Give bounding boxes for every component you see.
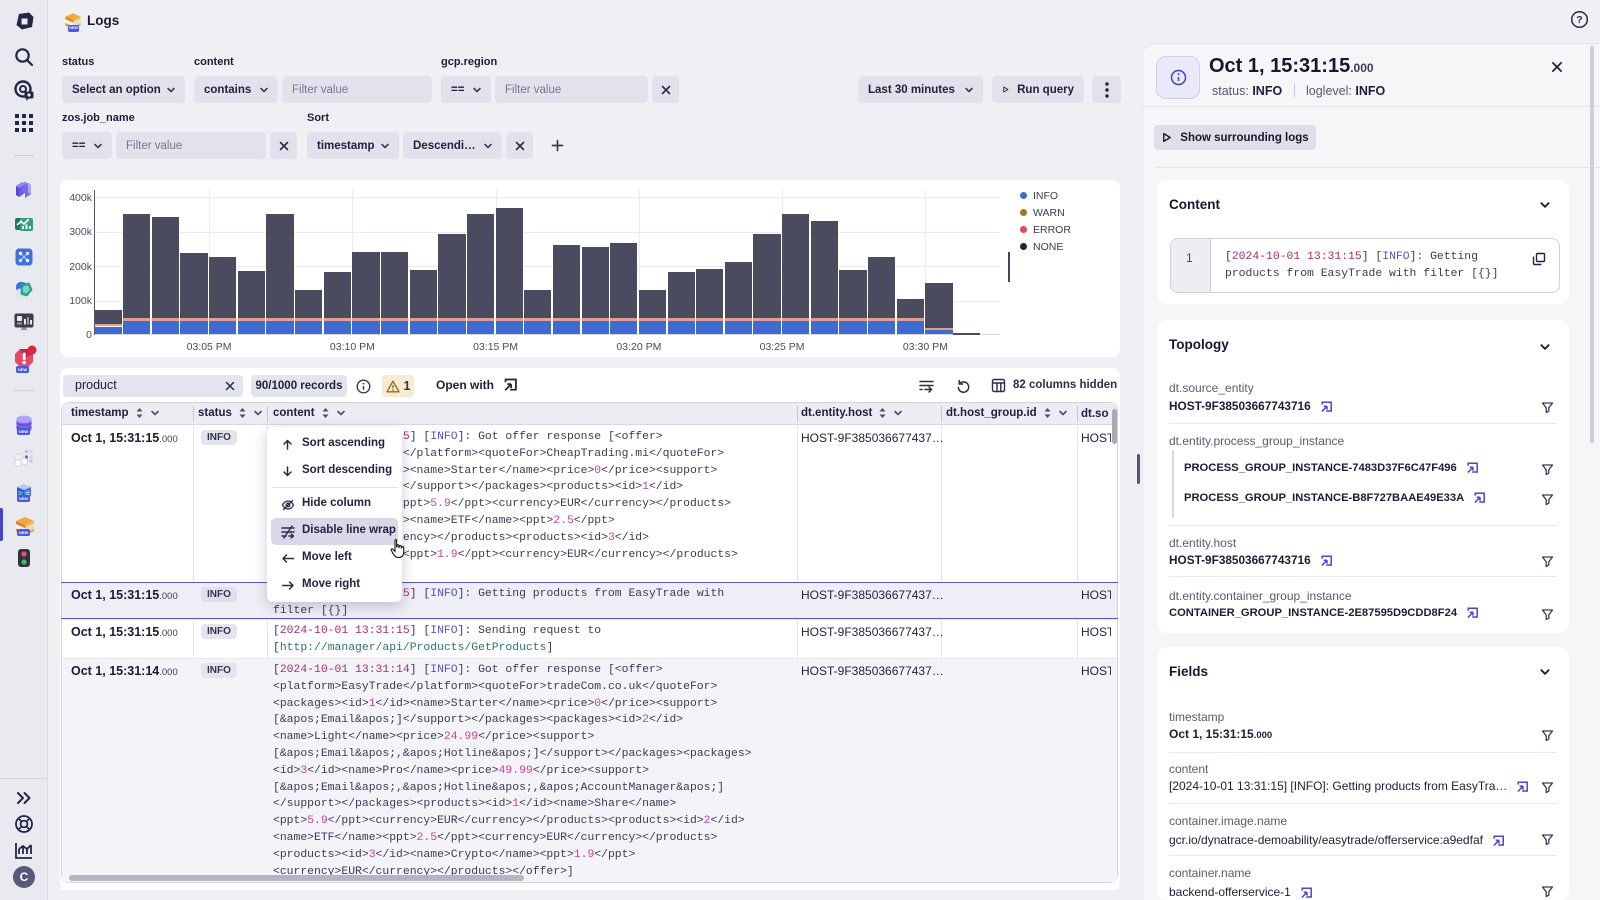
- svg-text:?: ?: [1576, 14, 1582, 26]
